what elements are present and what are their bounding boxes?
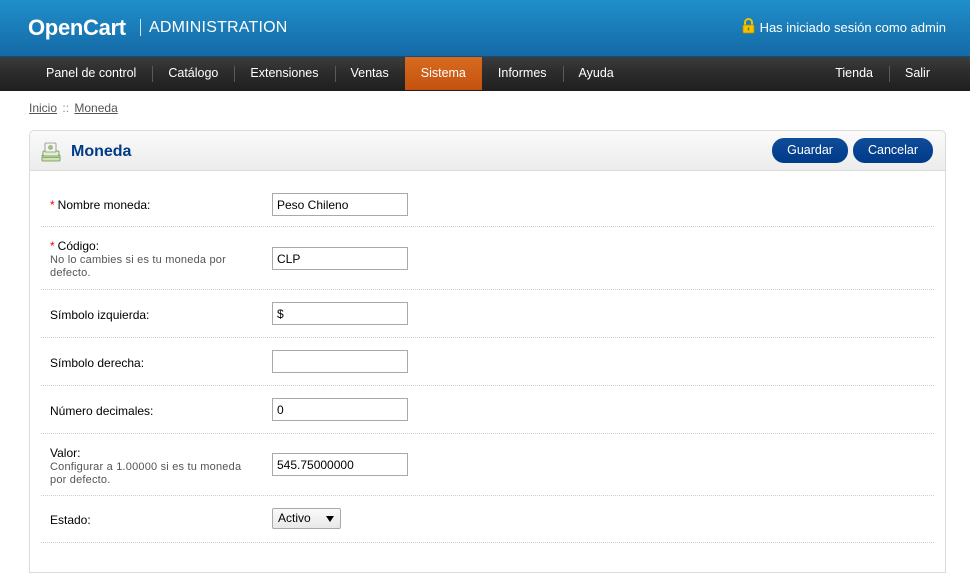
menu-item-store[interactable]: Tienda [819, 57, 889, 90]
currency-value-input[interactable] [272, 453, 408, 476]
required-marker: * [50, 198, 55, 212]
form-row-name: * Nombre moneda: [41, 181, 934, 227]
action-buttons: Guardar Cancelar [772, 138, 933, 163]
menu-item-reports[interactable]: Informes [482, 57, 563, 90]
currency-form: *Nombre moneda: *Código: No lo cambies s… [41, 181, 934, 543]
money-icon [40, 141, 62, 163]
header: OpenCart ADMINISTRATION Has iniciado ses… [0, 0, 970, 56]
breadcrumb-home-link[interactable]: Inicio [29, 101, 57, 115]
form-row-symbol-right: Símbolo derecha: [41, 338, 934, 386]
breadcrumb: Inicio :: Moneda [29, 101, 118, 115]
code-label: * Código: No lo cambies si es tu moneda p… [50, 239, 260, 280]
status-label: Estado: [50, 513, 91, 527]
symbol-right-label: Símbolo derecha: [50, 356, 145, 370]
name-label: * Nombre moneda: [50, 198, 150, 212]
login-status: Has iniciado sesión como admin [742, 18, 946, 35]
status-select[interactable]: Activo [272, 508, 341, 529]
currency-name-input[interactable] [272, 193, 408, 216]
code-label-text: Código: [57, 239, 100, 253]
cancel-button[interactable]: Cancelar [852, 138, 933, 163]
symbol-right-input[interactable] [272, 350, 408, 373]
chevron-down-icon [326, 516, 334, 522]
symbol-left-input[interactable] [272, 302, 408, 325]
form-row-status: Estado: Activo [41, 496, 934, 543]
status-select-value: Activo [278, 511, 311, 525]
decimal-place-label: Número decimales: [50, 404, 154, 418]
required-marker: * [50, 239, 55, 253]
menu-item-extensions[interactable]: Extensiones [234, 57, 334, 90]
save-button[interactable]: Guardar [772, 138, 848, 163]
menu-item-help[interactable]: Ayuda [562, 57, 630, 90]
menu-item-sales[interactable]: Ventas [334, 57, 405, 90]
breadcrumb-separator: :: [62, 101, 70, 115]
breadcrumb-currency-link[interactable]: Moneda [74, 101, 117, 115]
logo-divider [140, 19, 141, 36]
value-label: Valor: Configurar a 1.00000 si es tu mon… [50, 446, 245, 487]
main-menu: Panel de control Catálogo Extensiones Ve… [0, 56, 970, 91]
value-help-text: Configurar a 1.00000 si es tu moneda por… [50, 461, 242, 486]
menu-item-catalog[interactable]: Catálogo [152, 57, 234, 90]
currency-code-input[interactable] [272, 247, 408, 270]
form-row-code: * Código: No lo cambies si es tu moneda p… [41, 227, 934, 290]
decimal-place-input[interactable] [272, 398, 408, 421]
code-help-text: No lo cambies si es tu moneda por defect… [50, 254, 226, 279]
app-subtitle: ADMINISTRATION [149, 19, 288, 36]
form-row-value: Valor: Configurar a 1.00000 si es tu mon… [41, 434, 934, 496]
symbol-left-label: Símbolo izquierda: [50, 308, 150, 322]
name-label-text: Nombre moneda: [57, 198, 151, 212]
app-logo[interactable]: OpenCart [28, 15, 126, 41]
form-row-decimal-place: Número decimales: [41, 386, 934, 434]
box-heading: Moneda Guardar Cancelar [30, 131, 945, 171]
form-row-symbol-left: Símbolo izquierda: [41, 290, 934, 338]
page-title: Moneda [71, 143, 132, 160]
value-label-text: Valor: [50, 446, 81, 460]
menu-item-system[interactable]: Sistema [404, 57, 482, 90]
menu-item-logout[interactable]: Salir [888, 57, 946, 90]
lock-icon [742, 18, 755, 34]
content-box: Moneda Guardar Cancelar * Nombre moneda: … [29, 130, 946, 573]
menu-item-dashboard[interactable]: Panel de control [30, 57, 152, 90]
login-text: Has iniciado sesión como admin [759, 19, 946, 35]
